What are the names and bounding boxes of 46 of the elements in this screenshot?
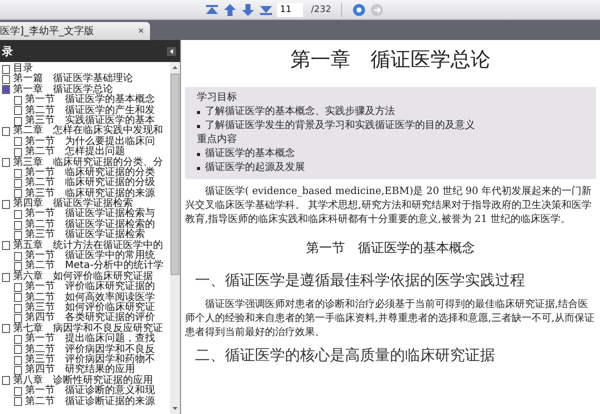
key-point-text: 循证医学的起源及发展 (205, 161, 305, 175)
toc-item[interactable]: 第三章 临床研究证据的分类、分 (2, 158, 170, 168)
key-points-heading: 重点内容 (197, 133, 238, 147)
objective-text: 了解循证医学的基本概念、实践步骤及方法 (205, 105, 395, 119)
toc-item[interactable]: 第四节 研究结果的应用 (2, 365, 170, 376)
document-tab[interactable]: 医学]_李幼平_文字版 × (0, 22, 150, 40)
toc-item[interactable]: 第一节 循证医学证据检索与 (2, 209, 170, 220)
arrow-down-icon[interactable] (241, 2, 255, 16)
page-number-field[interactable]: 11 (277, 2, 303, 16)
arrow-up-icon[interactable] (223, 2, 237, 16)
section-title: 第一节 循证医学的基本概念 (305, 240, 476, 257)
toc-item[interactable]: 第二节 临床研究证据的分级 (2, 178, 170, 189)
body-paragraph: 循证医学强调医师对患者的诊断和治疗必须基于当前可得到的最佳临床研究证据,结合医师个人的经验和来自患者的第一手临床资料,并尊重患者的选择和意愿,三者缺一不可,从而保证患者得到当前最好的治疗效果。 (185, 298, 596, 340)
objectives-heading: 学习目标 (197, 91, 238, 105)
first-page-icon[interactable] (205, 2, 219, 16)
bullet-icon (197, 152, 200, 156)
toc-item[interactable]: 第二节 循证诊断证据的来源 (2, 396, 170, 407)
toc-item[interactable]: 第一节 循证诊断的意义和现 (2, 386, 170, 396)
toc-item[interactable]: 第一篇 循证医学基础理论 (2, 74, 170, 85)
close-button[interactable]: × (136, 26, 146, 36)
toc-item[interactable]: 第二节 怎样提出问题 (2, 147, 170, 158)
intro-paragraph: 循证医学( evidence_based medicine,EBM)是 20 世纪 90 年代初发展起来的一门新兴交叉临床医学基础学科。 其学术思想,研究方法和研究结果对于指导政府的卫生决策和医学教育,指导医师的临床实践和临床科研都有十分重要的意义,被誉为 21 世纪的临床医学。 (185, 185, 592, 227)
toc-item[interactable]: 第一节 评价临床研究证据的 (2, 282, 170, 293)
collapse-icon[interactable] (167, 46, 176, 56)
toc-item[interactable]: 第二章 怎样在临床实践中发现和 (2, 126, 170, 137)
toc-item[interactable]: 第一节 提出临床问题，查找 (2, 334, 170, 345)
tab-title: 医学]_李幼平_文字版 (0, 24, 94, 38)
chapter-title: 第一章 循证医学总论 (290, 46, 492, 73)
toc-item[interactable]: 第一节 循证医学的基本概念 (2, 95, 170, 106)
page-total: /232 (311, 4, 332, 14)
go-button[interactable] (352, 2, 366, 16)
subsection-heading: 一、循证医学是遵循最佳科学依据的医学实践过程 (195, 271, 526, 290)
toc-item[interactable]: 第三节 循证医学证据检索 (2, 230, 170, 241)
objective-text: 了解循证医学发生的背景及学习和实践循证医学的目的及意义 (205, 119, 475, 133)
toc-item[interactable]: 第四节 各类研究证据的评价 (2, 313, 170, 324)
toc-item[interactable]: 第二节 循证医学的产生和发 (2, 106, 170, 116)
toc-item[interactable]: 第二节 Meta-分析中的统计学 (2, 261, 170, 272)
bullet-icon (197, 110, 200, 114)
scrollbar[interactable] (170, 62, 180, 414)
key-point-text: 循证医学的基本概念 (205, 147, 295, 161)
toc-item[interactable]: 第二节 如何高效率阅读医学 (2, 292, 170, 303)
bullet-icon (197, 124, 200, 128)
sidebar-title: 录 (2, 44, 13, 58)
bullet-icon (197, 166, 200, 170)
subsection-heading: 二、循证医学的核心是高质量的临床研究证据 (195, 346, 496, 365)
toc-item[interactable]: 第二节 评价病因学和不良反 (2, 344, 170, 355)
